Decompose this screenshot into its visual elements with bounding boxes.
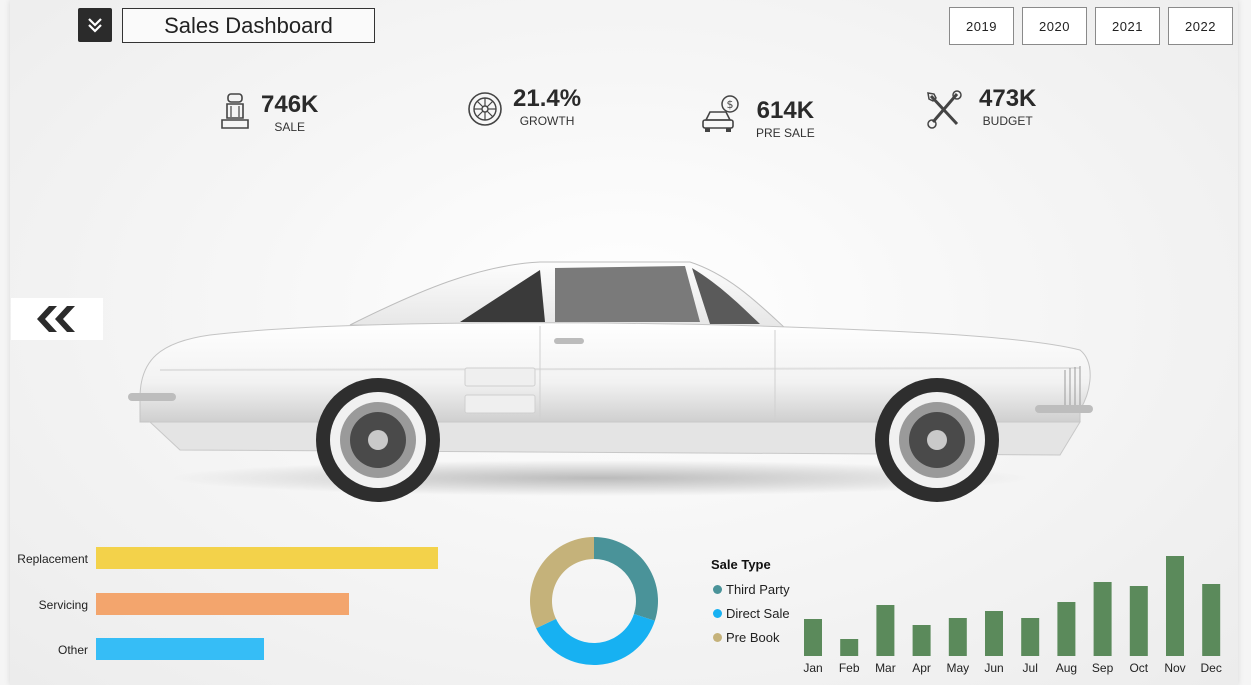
column-bar-feb[interactable] bbox=[840, 639, 859, 656]
hbar-label-servicing: Servicing bbox=[38, 598, 88, 612]
hbar-other[interactable] bbox=[96, 638, 264, 660]
legend-title: Sale Type bbox=[711, 557, 771, 572]
column-bar-jan[interactable] bbox=[804, 619, 822, 656]
year-button-2021[interactable]: 2021 bbox=[1095, 7, 1160, 45]
column-tick-label: Jul bbox=[1023, 661, 1038, 675]
sale-type-donut-chart[interactable] bbox=[528, 535, 660, 667]
column-bar-oct[interactable] bbox=[1129, 586, 1148, 656]
column-bar-sep[interactable] bbox=[1093, 582, 1112, 656]
page-title: Sales Dashboard bbox=[122, 8, 375, 43]
tire-icon bbox=[468, 92, 502, 126]
column-tick-label: Dec bbox=[1201, 661, 1222, 675]
donut-slice-third-party[interactable] bbox=[594, 537, 658, 621]
legend-item-third-party[interactable]: Third Party bbox=[711, 577, 790, 601]
legend-label: Pre Book bbox=[726, 629, 780, 645]
column-bar-dec[interactable] bbox=[1202, 584, 1221, 656]
kpi-growth: 21.4% GROWTH bbox=[467, 86, 581, 128]
column-bar-may[interactable] bbox=[948, 618, 967, 656]
kpi-sale-value: 746K bbox=[261, 91, 319, 118]
double-chevron-down-icon[interactable] bbox=[78, 8, 112, 42]
kpi-sale: 746K SALE bbox=[219, 92, 318, 134]
legend-dot bbox=[713, 608, 722, 618]
kpi-growth-label: GROWTH bbox=[519, 114, 575, 128]
kpi-budget-label: BUDGET bbox=[982, 114, 1033, 128]
legend-label: Direct Sale bbox=[726, 605, 790, 621]
tools-icon bbox=[927, 90, 962, 129]
column-bar-apr[interactable] bbox=[912, 625, 931, 656]
car-seat-icon bbox=[221, 93, 249, 129]
column-tick-label: Jun bbox=[984, 661, 1003, 675]
column-tick-label: Sep bbox=[1092, 661, 1114, 675]
legend-item-direct-sale[interactable]: Direct Sale bbox=[711, 601, 790, 625]
hbar-replacement[interactable] bbox=[96, 547, 438, 569]
column-tick-label: Jan bbox=[803, 661, 822, 675]
monthly-sales-column-chart: Jan Feb Mar Apr May Jun Jul Aug Sep Oct Nov Dec bbox=[803, 556, 1222, 675]
hbar-label-other: Other bbox=[57, 643, 88, 657]
legend-dot bbox=[713, 632, 722, 642]
column-tick-label: Aug bbox=[1056, 661, 1077, 675]
kpi-budget-value: 473K bbox=[979, 85, 1037, 112]
kpi-pre-sale-value: 614K bbox=[756, 97, 815, 124]
kpi-sale-label: SALE bbox=[274, 120, 306, 134]
column-tick-label: Mar bbox=[875, 661, 896, 675]
column-bar-aug[interactable] bbox=[1057, 602, 1076, 656]
sale-type-legend: Sale Type Third Party Direct Sale Pre Bo… bbox=[711, 557, 790, 649]
column-bar-jun[interactable] bbox=[985, 611, 1003, 656]
kpi-pre-sale: $ 614K PRE SALE bbox=[700, 90, 815, 140]
legend-item-pre-book[interactable]: Pre Book bbox=[711, 625, 790, 649]
svg-text:$: $ bbox=[727, 98, 734, 111]
car-image bbox=[128, 261, 1093, 502]
car-dollar-icon: $ bbox=[702, 95, 739, 132]
back-button[interactable] bbox=[11, 298, 103, 340]
column-tick-label: Nov bbox=[1164, 661, 1185, 675]
column-tick-label: May bbox=[946, 661, 969, 675]
year-button-2020[interactable]: 2020 bbox=[1022, 7, 1087, 45]
double-chevron-left-icon bbox=[37, 306, 75, 332]
kpi-growth-value: 21.4% bbox=[513, 85, 582, 112]
column-bar-nov[interactable] bbox=[1166, 556, 1184, 656]
donut-slice-direct-sale[interactable] bbox=[536, 613, 655, 665]
column-tick-label: Feb bbox=[839, 661, 860, 675]
hbar-servicing[interactable] bbox=[96, 593, 350, 615]
legend-label: Third Party bbox=[726, 581, 790, 597]
column-bar-mar[interactable] bbox=[876, 605, 895, 656]
hbar-label-replacement: Replacement bbox=[17, 552, 88, 566]
kpi-budget: 473K BUDGET bbox=[925, 86, 1036, 130]
column-bar-jul[interactable] bbox=[1021, 618, 1040, 656]
column-tick-label: Oct bbox=[1129, 661, 1148, 675]
year-button-2022[interactable]: 2022 bbox=[1168, 7, 1233, 45]
kpi-pre-sale-label: PRE SALE bbox=[756, 126, 815, 140]
column-tick-label: Apr bbox=[912, 661, 931, 675]
donut-slice-pre-book[interactable] bbox=[530, 537, 594, 629]
year-button-2019[interactable]: 2019 bbox=[949, 7, 1014, 45]
legend-dot bbox=[713, 584, 722, 594]
